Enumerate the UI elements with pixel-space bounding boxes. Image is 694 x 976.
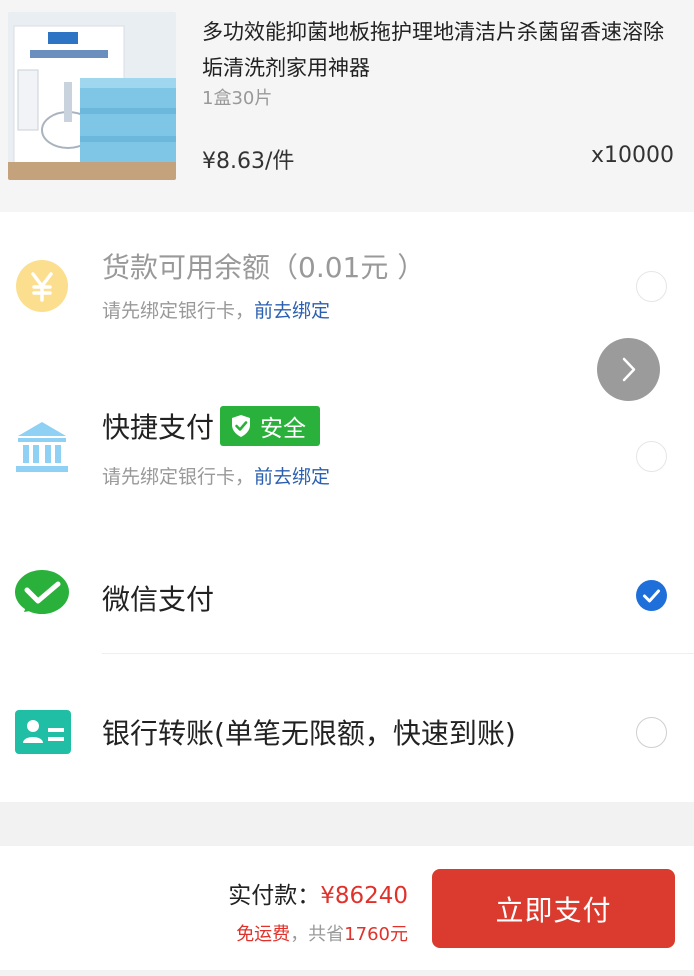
total-label: 实付款： xyxy=(228,883,321,909)
product-image[interactable] xyxy=(8,12,176,180)
balance-radio[interactable] xyxy=(636,271,667,302)
payment-methods: 货款可用余额（0.01元 ） 请先绑定银行卡，前去绑定 快捷支付 安全 请先绑定银… xyxy=(0,212,694,802)
bind-card-link[interactable]: 前去绑定 xyxy=(254,300,330,322)
shield-check-icon xyxy=(232,415,251,437)
checkout-footer: 实付款：¥86240 免运费，共省1760元 立即支付 xyxy=(0,846,694,970)
product-title: 多功效能抑菌地板拖护理地清洁片杀菌留香速溶除垢清洗剂家用神器 xyxy=(202,20,664,80)
bank-icon xyxy=(14,418,70,478)
balance-title: 货款可用余额（0.01元 ） xyxy=(102,251,426,284)
quick-pay-radio[interactable] xyxy=(636,441,667,472)
quick-pay-hint: 请先绑定银行卡， xyxy=(102,466,255,488)
total-amount: ¥86240 xyxy=(320,883,408,909)
floating-next-button[interactable] xyxy=(597,338,660,401)
wechat-pay-radio[interactable] xyxy=(636,580,667,611)
safe-badge: 安全 xyxy=(220,406,321,446)
wechat-pay-title: 微信支付 xyxy=(102,583,215,616)
product-summary: 多功效能抑菌地板拖护理地清洁片杀菌留香速溶除垢清洗剂家用神器 1盒30片 ¥8.… xyxy=(0,0,694,212)
bank-transfer-radio[interactable] xyxy=(636,717,667,748)
payment-option-quick[interactable]: 快捷支付 安全 请先绑定银行卡，前去绑定 xyxy=(0,382,694,522)
quick-pay-subtitle: 请先绑定银行卡，前去绑定 xyxy=(102,462,330,489)
balance-subtitle: 请先绑定银行卡，前去绑定 xyxy=(102,296,330,323)
saving-prefix: ，共省 xyxy=(290,924,345,945)
divider xyxy=(102,653,694,654)
product-spec: 1盒30片 xyxy=(202,88,273,109)
saving-info: 免运费，共省1760元 xyxy=(236,920,408,946)
bank-transfer-title: 银行转账(单笔无限额，快速到账) xyxy=(102,717,516,750)
payment-option-balance[interactable]: 货款可用余额（0.01元 ） 请先绑定银行卡，前去绑定 xyxy=(0,212,694,344)
balance-hint: 请先绑定银行卡， xyxy=(102,300,255,322)
quick-pay-title: 快捷支付 安全 xyxy=(102,406,321,449)
payment-option-wechat[interactable]: 微信支付 xyxy=(0,552,694,652)
yen-coin-icon xyxy=(14,258,70,318)
id-card-icon xyxy=(14,709,72,759)
bind-card-link[interactable]: 前去绑定 xyxy=(254,466,330,488)
safe-badge-label: 安全 xyxy=(260,416,307,442)
total-payable: 实付款：¥86240 xyxy=(228,876,408,910)
payment-option-bank-transfer[interactable]: 银行转账(单笔无限额，快速到账) xyxy=(0,672,694,792)
chevron-right-icon xyxy=(622,357,636,382)
free-shipping-label: 免运费 xyxy=(236,924,291,945)
check-icon xyxy=(643,589,660,603)
product-quantity: x10000 xyxy=(590,143,674,168)
product-unit-price: ¥8.63/件 xyxy=(202,149,295,174)
wechat-pay-icon xyxy=(14,568,70,624)
quick-pay-label: 快捷支付 xyxy=(102,411,215,444)
pay-now-button[interactable]: 立即支付 xyxy=(432,869,675,948)
saving-amount: 1760元 xyxy=(344,924,408,945)
